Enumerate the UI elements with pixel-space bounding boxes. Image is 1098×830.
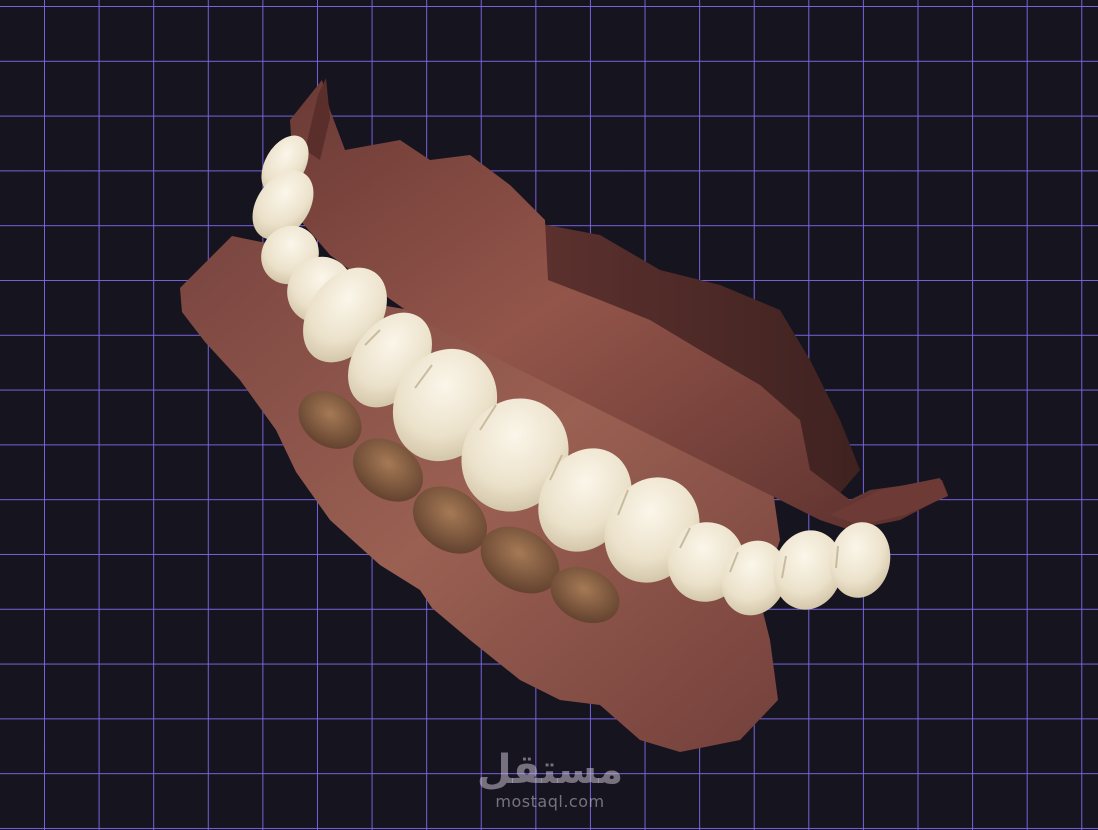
- dental-scan-model[interactable]: [0, 0, 1098, 830]
- 3d-viewport[interactable]: مستقل mostaql.com: [0, 0, 1098, 830]
- watermark-logo: مستقل: [476, 747, 624, 793]
- watermark-url: mostaql.com: [495, 792, 605, 811]
- watermark: مستقل mostaql.com: [430, 748, 670, 812]
